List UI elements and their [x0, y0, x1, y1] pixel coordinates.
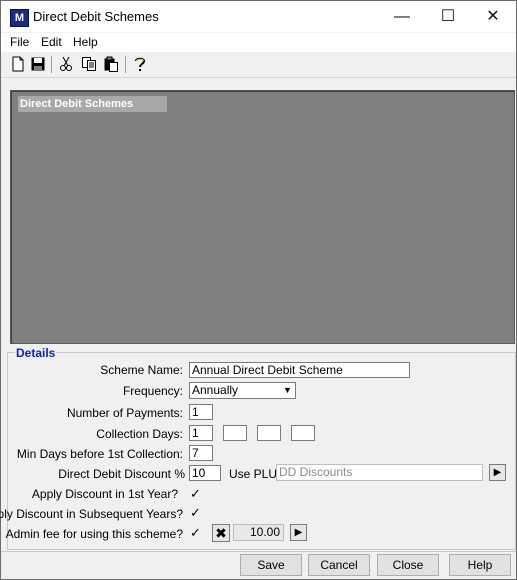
collection-day-4-input[interactable] — [291, 425, 315, 441]
menu-bar: File Edit Help — [1, 33, 516, 52]
min-days-label: Min Days before 1st Collection: — [16, 447, 183, 461]
use-plu-label: Use PLU: — [229, 467, 281, 481]
minimize-icon[interactable]: — — [379, 1, 425, 32]
number-of-payments-input[interactable]: 1 — [189, 404, 213, 420]
menu-file[interactable]: File — [10, 35, 29, 49]
chevron-down-icon[interactable]: ▼ — [280, 383, 295, 398]
help-button[interactable]: Help — [449, 554, 511, 576]
new-document-icon[interactable] — [10, 56, 26, 72]
collection-day-1-input[interactable]: 1 — [189, 425, 213, 441]
menu-edit[interactable]: Edit — [41, 35, 62, 49]
footer-divider — [1, 551, 516, 552]
apply-subsequent-checkbox[interactable]: ✓ — [189, 506, 202, 519]
title-bar: M Direct Debit Schemes — ☐ ✕ — [1, 1, 516, 32]
dd-discount-input[interactable]: 10 — [189, 465, 221, 481]
toolbar-separator — [125, 56, 126, 73]
save-disk-icon[interactable] — [30, 56, 46, 72]
admin-fee-amount[interactable]: 10.00 — [233, 524, 284, 541]
menu-help[interactable]: Help — [73, 35, 98, 49]
window-title: Direct Debit Schemes — [33, 9, 159, 24]
close-window-icon[interactable]: ✕ — [470, 1, 516, 32]
admin-fee-checkbox[interactable]: ✓ — [189, 526, 202, 539]
use-plu-input[interactable]: DD Discounts — [276, 464, 483, 481]
collection-days-label: Collection Days: — [96, 427, 183, 441]
help-question-icon[interactable] — [132, 56, 148, 72]
save-button[interactable]: Save — [240, 554, 302, 576]
min-days-input[interactable]: 7 — [189, 445, 213, 461]
details-legend: Details — [15, 346, 57, 360]
frequency-value: Annually — [192, 383, 239, 397]
maximize-icon[interactable]: ☐ — [425, 1, 471, 32]
cross-icon: ✖ — [215, 525, 227, 541]
scheme-name-label: Scheme Name: — [100, 363, 183, 377]
collection-day-2-input[interactable] — [223, 425, 247, 441]
play-arrow-icon: ▶ — [294, 527, 303, 538]
app-logo-icon: M — [10, 9, 29, 27]
frequency-label: Frequency: — [122, 384, 183, 398]
copy-icon[interactable] — [81, 56, 97, 72]
close-button[interactable]: Close — [377, 554, 439, 576]
apply-first-year-checkbox[interactable]: ✓ — [189, 487, 202, 500]
admin-fee-lookup-button[interactable]: ▶ — [290, 524, 307, 541]
scheme-name-input[interactable]: Annual Direct Debit Scheme — [189, 362, 410, 378]
plu-lookup-button[interactable]: ▶ — [489, 464, 506, 481]
cancel-button[interactable]: Cancel — [308, 554, 370, 576]
panel-title: Direct Debit Schemes — [18, 96, 167, 112]
apply-subsequent-label: Apply Discount in Subsequent Years? — [0, 507, 183, 521]
apply-first-year-label: Apply Discount in 1st Year? — [31, 487, 178, 501]
schemes-list-panel[interactable]: Direct Debit Schemes — [10, 90, 515, 344]
dd-discount-label: Direct Debit Discount % — [58, 467, 185, 481]
toolbar — [1, 53, 516, 78]
toolbar-separator — [51, 56, 52, 73]
cut-icon[interactable] — [58, 56, 74, 72]
admin-fee-label: Admin fee for using this scheme? — [5, 527, 183, 541]
number-of-payments-label: Number of Payments: — [66, 406, 183, 420]
paste-icon[interactable] — [103, 56, 119, 72]
play-arrow-icon: ▶ — [493, 467, 502, 478]
application-window: M Direct Debit Schemes — ☐ ✕ File Edit H… — [0, 0, 517, 580]
collection-day-3-input[interactable] — [257, 425, 281, 441]
frequency-select[interactable]: Annually ▼ — [189, 382, 296, 399]
clear-fee-button[interactable]: ✖ — [212, 524, 230, 542]
